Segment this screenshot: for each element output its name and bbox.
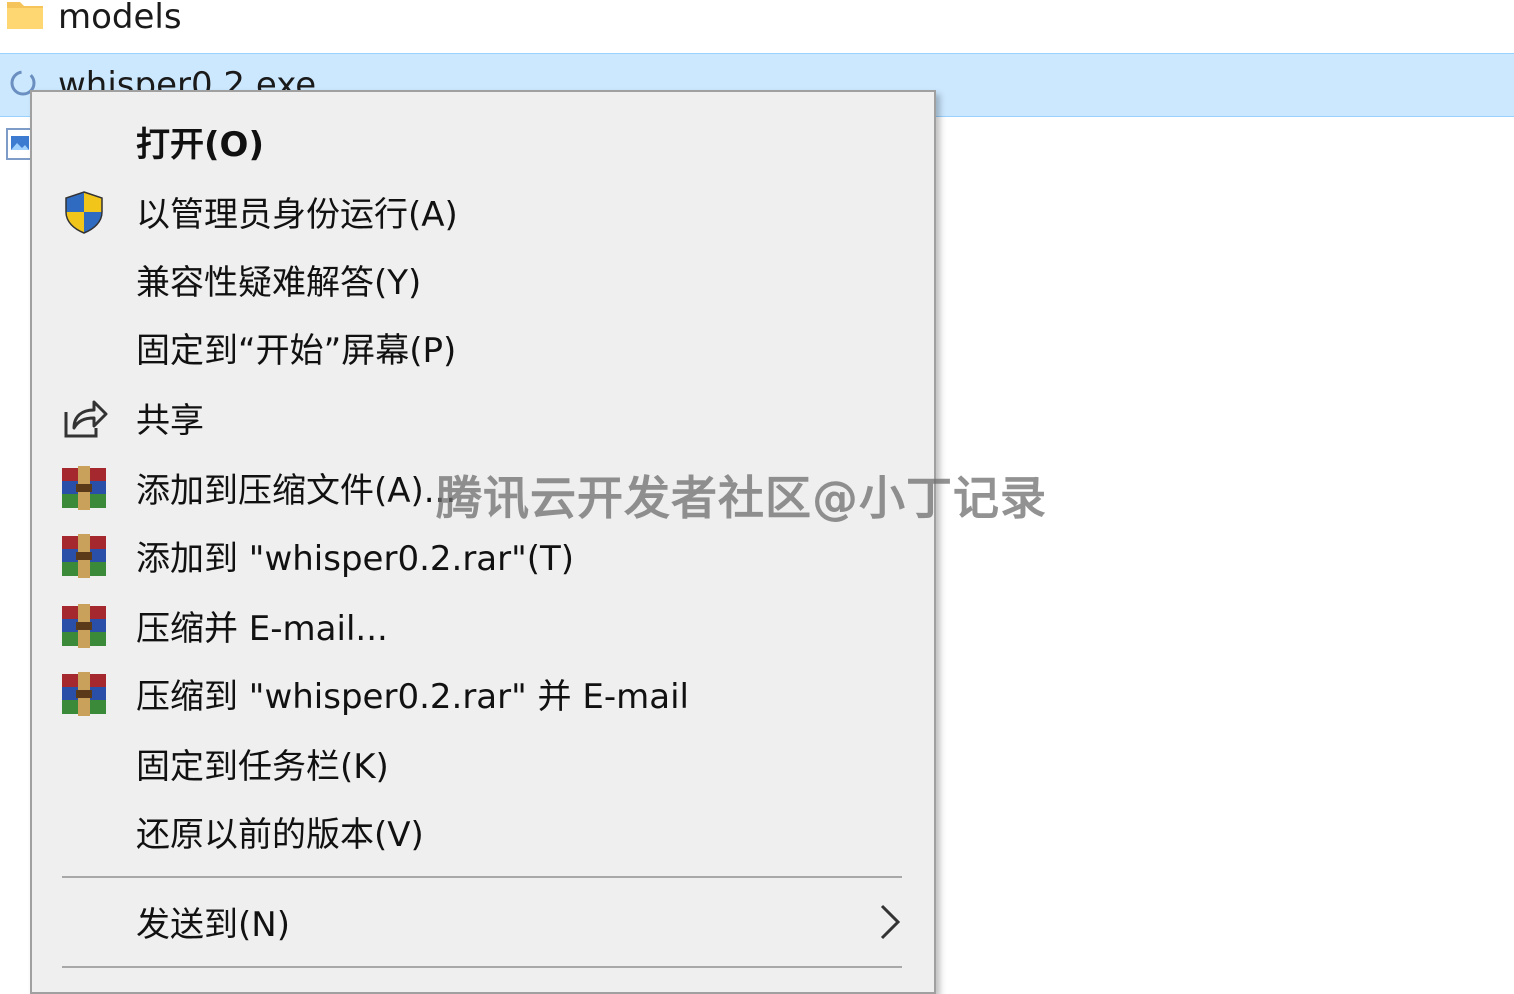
- share-icon: [64, 400, 108, 438]
- menu-separator: [62, 966, 902, 968]
- winrar-icon: [62, 672, 106, 716]
- menu-item-label: 添加到压缩文件(A)...: [136, 470, 457, 511]
- menu-item-label: 发送到(N): [136, 904, 290, 945]
- menu-item-label: 固定到“开始”屏幕(P): [136, 330, 457, 371]
- menu-item-compress-email[interactable]: 压缩并 E-mail...: [32, 592, 934, 658]
- menu-item-run-as-admin[interactable]: 以管理员身份运行(A): [32, 178, 934, 244]
- menu-item-label: 兼容性疑难解答(Y): [136, 262, 422, 303]
- menu-item-compress-rar-email[interactable]: 压缩到 "whisper0.2.rar" 并 E-mail: [32, 660, 934, 726]
- winrar-icon: [62, 466, 106, 510]
- menu-item-label: 以管理员身份运行(A): [136, 194, 458, 235]
- menu-item-compatibility[interactable]: 兼容性疑难解答(Y): [32, 246, 934, 312]
- watermark-text: 腾讯云开发者社区@小丁记录: [436, 471, 1047, 525]
- menu-item-pin-to-start[interactable]: 固定到“开始”屏幕(P): [32, 314, 934, 380]
- folder-icon: [7, 2, 43, 29]
- winrar-icon: [62, 534, 106, 578]
- menu-item-restore-previous-versions[interactable]: 还原以前的版本(V): [32, 798, 934, 864]
- menu-item-share[interactable]: 共享: [32, 384, 934, 450]
- uac-shield-icon: [65, 191, 103, 234]
- file-row-models[interactable]: models: [0, 0, 1514, 46]
- chevron-right-icon: [880, 904, 901, 940]
- menu-item-add-to-rar[interactable]: 添加到 "whisper0.2.rar"(T): [32, 522, 934, 588]
- menu-separator: [62, 876, 902, 878]
- context-menu: 打开(O) 以管理员身份运行(A) 兼容性疑难解答(Y) 固定到“开始”屏幕(P…: [30, 90, 936, 994]
- menu-item-open[interactable]: 打开(O): [32, 108, 934, 174]
- menu-item-send-to[interactable]: 发送到(N): [32, 888, 934, 954]
- menu-item-label: 共享: [136, 400, 204, 441]
- file-name: models: [58, 0, 182, 37]
- menu-item-label: 压缩并 E-mail...: [136, 608, 388, 649]
- menu-item-pin-to-taskbar[interactable]: 固定到任务栏(K): [32, 730, 934, 796]
- menu-item-label: 打开(O): [136, 124, 264, 165]
- menu-item-label: 添加到 "whisper0.2.rar"(T): [136, 538, 575, 579]
- menu-item-label: 固定到任务栏(K): [136, 746, 389, 787]
- winrar-icon: [62, 604, 106, 648]
- menu-item-label: 压缩到 "whisper0.2.rar" 并 E-mail: [136, 676, 689, 717]
- menu-item-label: 还原以前的版本(V): [136, 814, 424, 855]
